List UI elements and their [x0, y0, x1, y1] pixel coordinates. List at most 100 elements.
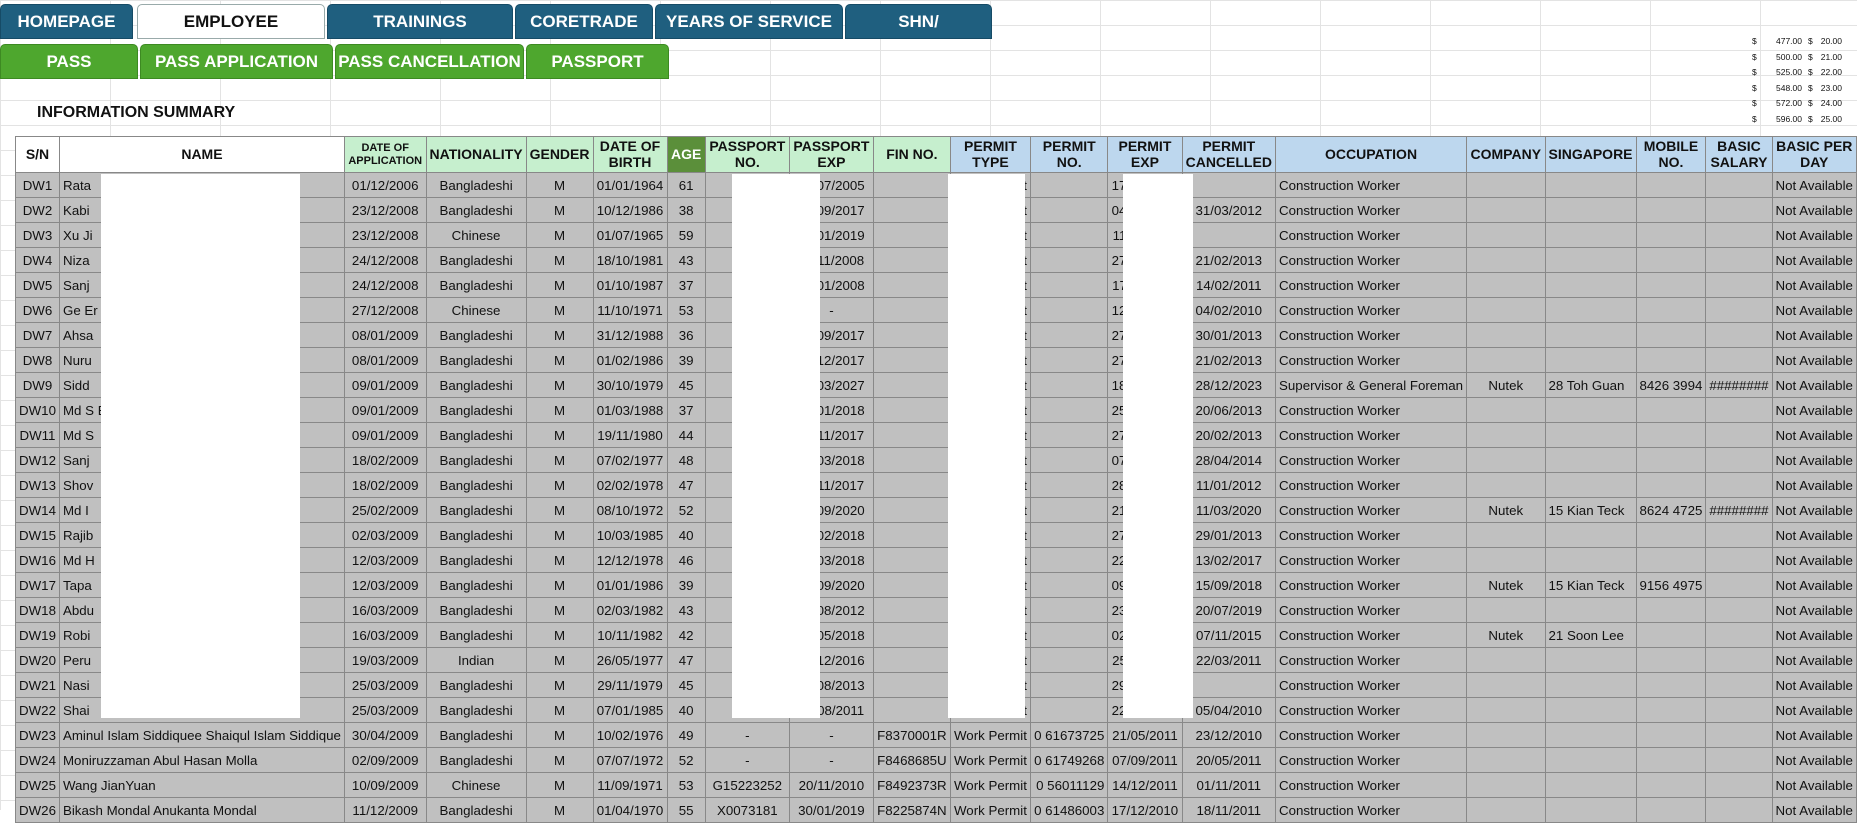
cell-fin-no[interactable] — [872, 347, 951, 373]
cell-gender[interactable]: M — [525, 397, 594, 423]
cell-mobile-no[interactable] — [1635, 172, 1707, 198]
column-header-s-n[interactable]: S/N — [15, 136, 60, 173]
cell-s-n[interactable]: DW24 — [15, 747, 60, 773]
cell-company[interactable] — [1466, 722, 1546, 748]
cell-basic-salary[interactable] — [1705, 297, 1773, 323]
cell-mobile-no[interactable] — [1635, 272, 1707, 298]
cell-basic-per-day[interactable]: Not Available — [1771, 522, 1857, 548]
column-header-date-of-application[interactable]: DATE OF APPLICATION — [343, 136, 427, 173]
cell-permit-cancelled[interactable]: 31/03/2012 — [1181, 197, 1277, 223]
cell-gender[interactable]: M — [525, 272, 594, 298]
cell-basic-per-day[interactable]: Not Available — [1771, 197, 1857, 223]
cell-nationality[interactable]: Chinese — [425, 297, 527, 323]
cell-fin-no[interactable] — [872, 247, 951, 273]
cell-basic-per-day[interactable]: Not Available — [1771, 472, 1857, 498]
cell-passport-no[interactable]: - — [704, 722, 790, 748]
cell-basic-salary[interactable] — [1705, 672, 1773, 698]
cell-basic-salary[interactable] — [1705, 722, 1773, 748]
cell-passport-exp[interactable]: - — [788, 722, 874, 748]
cell-fin-no[interactable] — [872, 697, 951, 723]
cell-singapore[interactable] — [1544, 522, 1637, 548]
cell-company[interactable] — [1466, 247, 1546, 273]
cell-company[interactable] — [1466, 522, 1546, 548]
cell-occupation[interactable]: Construction Worker — [1275, 447, 1468, 473]
cell-basic-salary[interactable] — [1705, 222, 1773, 248]
cell-passport-exp[interactable]: 30/01/2019 — [788, 797, 874, 823]
cell-singapore[interactable] — [1544, 672, 1637, 698]
cell-permit-cancelled[interactable] — [1181, 172, 1277, 198]
cell-singapore[interactable] — [1544, 772, 1637, 798]
tab-homepage[interactable]: HOMEPAGE — [0, 4, 133, 39]
cell-permit-no[interactable] — [1030, 497, 1109, 523]
cell-s-n[interactable]: DW2 — [15, 197, 60, 223]
cell-date-of-application[interactable]: 16/03/2009 — [343, 597, 427, 623]
cell-basic-per-day[interactable]: Not Available — [1771, 597, 1857, 623]
cell-permit-cancelled[interactable]: 20/06/2013 — [1181, 397, 1277, 423]
cell-date-of-application[interactable]: 25/03/2009 — [343, 697, 427, 723]
cell-basic-per-day[interactable]: Not Available — [1771, 422, 1857, 448]
cell-basic-salary[interactable] — [1705, 472, 1773, 498]
cell-fin-no[interactable]: F8468685U — [872, 747, 951, 773]
cell-basic-per-day[interactable]: Not Available — [1771, 672, 1857, 698]
column-header-age[interactable]: AGE — [666, 136, 706, 173]
cell-basic-salary[interactable] — [1705, 272, 1773, 298]
cell-fin-no[interactable] — [872, 472, 951, 498]
cell-mobile-no[interactable] — [1635, 522, 1707, 548]
cell-mobile-no[interactable] — [1635, 622, 1707, 648]
column-header-mobile-no[interactable]: MOBILE NO. — [1635, 136, 1707, 173]
cell-singapore[interactable]: 15 Kian Teck — [1544, 572, 1637, 598]
cell-date-of-application[interactable]: 27/12/2008 — [343, 297, 427, 323]
cell-age[interactable]: 52 — [666, 747, 706, 773]
cell-basic-per-day[interactable]: Not Available — [1771, 222, 1857, 248]
cell-s-n[interactable]: DW23 — [15, 722, 60, 748]
cell-mobile-no[interactable] — [1635, 747, 1707, 773]
cell-permit-cancelled[interactable]: 01/11/2011 — [1181, 772, 1277, 798]
cell-date-of-birth[interactable]: 29/11/1979 — [592, 672, 668, 698]
cell-fin-no[interactable] — [872, 522, 951, 548]
cell-occupation[interactable]: Construction Worker — [1275, 247, 1468, 273]
cell-basic-salary[interactable] — [1705, 572, 1773, 598]
cell-singapore[interactable]: 28 Toh Guan — [1544, 372, 1637, 398]
cell-permit-no[interactable] — [1030, 622, 1109, 648]
cell-date-of-application[interactable]: 25/02/2009 — [343, 497, 427, 523]
cell-basic-salary[interactable] — [1705, 747, 1773, 773]
cell-company[interactable] — [1466, 672, 1546, 698]
cell-permit-no[interactable] — [1030, 672, 1109, 698]
column-header-name[interactable]: NAME — [58, 136, 345, 173]
cell-age[interactable]: 59 — [666, 222, 706, 248]
cell-passport-no[interactable]: G15223252 — [704, 772, 790, 798]
cell-basic-salary[interactable] — [1705, 647, 1773, 673]
cell-passport-no[interactable]: - — [704, 747, 790, 773]
cell-date-of-birth[interactable]: 10/02/1976 — [592, 722, 668, 748]
cell-permit-no[interactable]: 0 61673725 — [1030, 722, 1109, 748]
cell-age[interactable]: 49 — [666, 722, 706, 748]
cell-s-n[interactable]: DW13 — [15, 472, 60, 498]
cell-permit-no[interactable] — [1030, 197, 1109, 223]
cell-occupation[interactable]: Construction Worker — [1275, 522, 1468, 548]
cell-permit-cancelled[interactable]: 18/11/2011 — [1181, 797, 1277, 823]
cell-name[interactable]: Wang JianYuan — [58, 772, 345, 798]
cell-permit-no[interactable] — [1030, 297, 1109, 323]
cell-occupation[interactable]: Construction Worker — [1275, 547, 1468, 573]
cell-nationality[interactable]: Bangladeshi — [425, 497, 527, 523]
cell-age[interactable]: 45 — [666, 672, 706, 698]
cell-date-of-birth[interactable]: 01/03/1988 — [592, 397, 668, 423]
cell-permit-cancelled[interactable] — [1181, 672, 1277, 698]
cell-occupation[interactable]: Construction Worker — [1275, 647, 1468, 673]
cell-date-of-birth[interactable]: 01/01/1964 — [592, 172, 668, 198]
cell-date-of-application[interactable]: 24/12/2008 — [343, 247, 427, 273]
cell-permit-no[interactable] — [1030, 222, 1109, 248]
cell-singapore[interactable] — [1544, 172, 1637, 198]
cell-permit-cancelled[interactable]: 15/09/2018 — [1181, 572, 1277, 598]
cell-date-of-birth[interactable]: 31/12/1988 — [592, 322, 668, 348]
cell-permit-cancelled[interactable]: 07/11/2015 — [1181, 622, 1277, 648]
cell-permit-no[interactable] — [1030, 347, 1109, 373]
cell-company[interactable] — [1466, 647, 1546, 673]
table-row[interactable]: DW23 Aminul Islam Siddiquee Shaiqul Islam… — [15, 722, 1857, 748]
cell-permit-cancelled[interactable]: 14/02/2011 — [1181, 272, 1277, 298]
cell-permit-no[interactable] — [1030, 572, 1109, 598]
cell-permit-cancelled[interactable]: 21/02/2013 — [1181, 247, 1277, 273]
cell-gender[interactable]: M — [525, 422, 594, 448]
cell-date-of-application[interactable]: 19/03/2009 — [343, 647, 427, 673]
cell-basic-per-day[interactable]: Not Available — [1771, 447, 1857, 473]
